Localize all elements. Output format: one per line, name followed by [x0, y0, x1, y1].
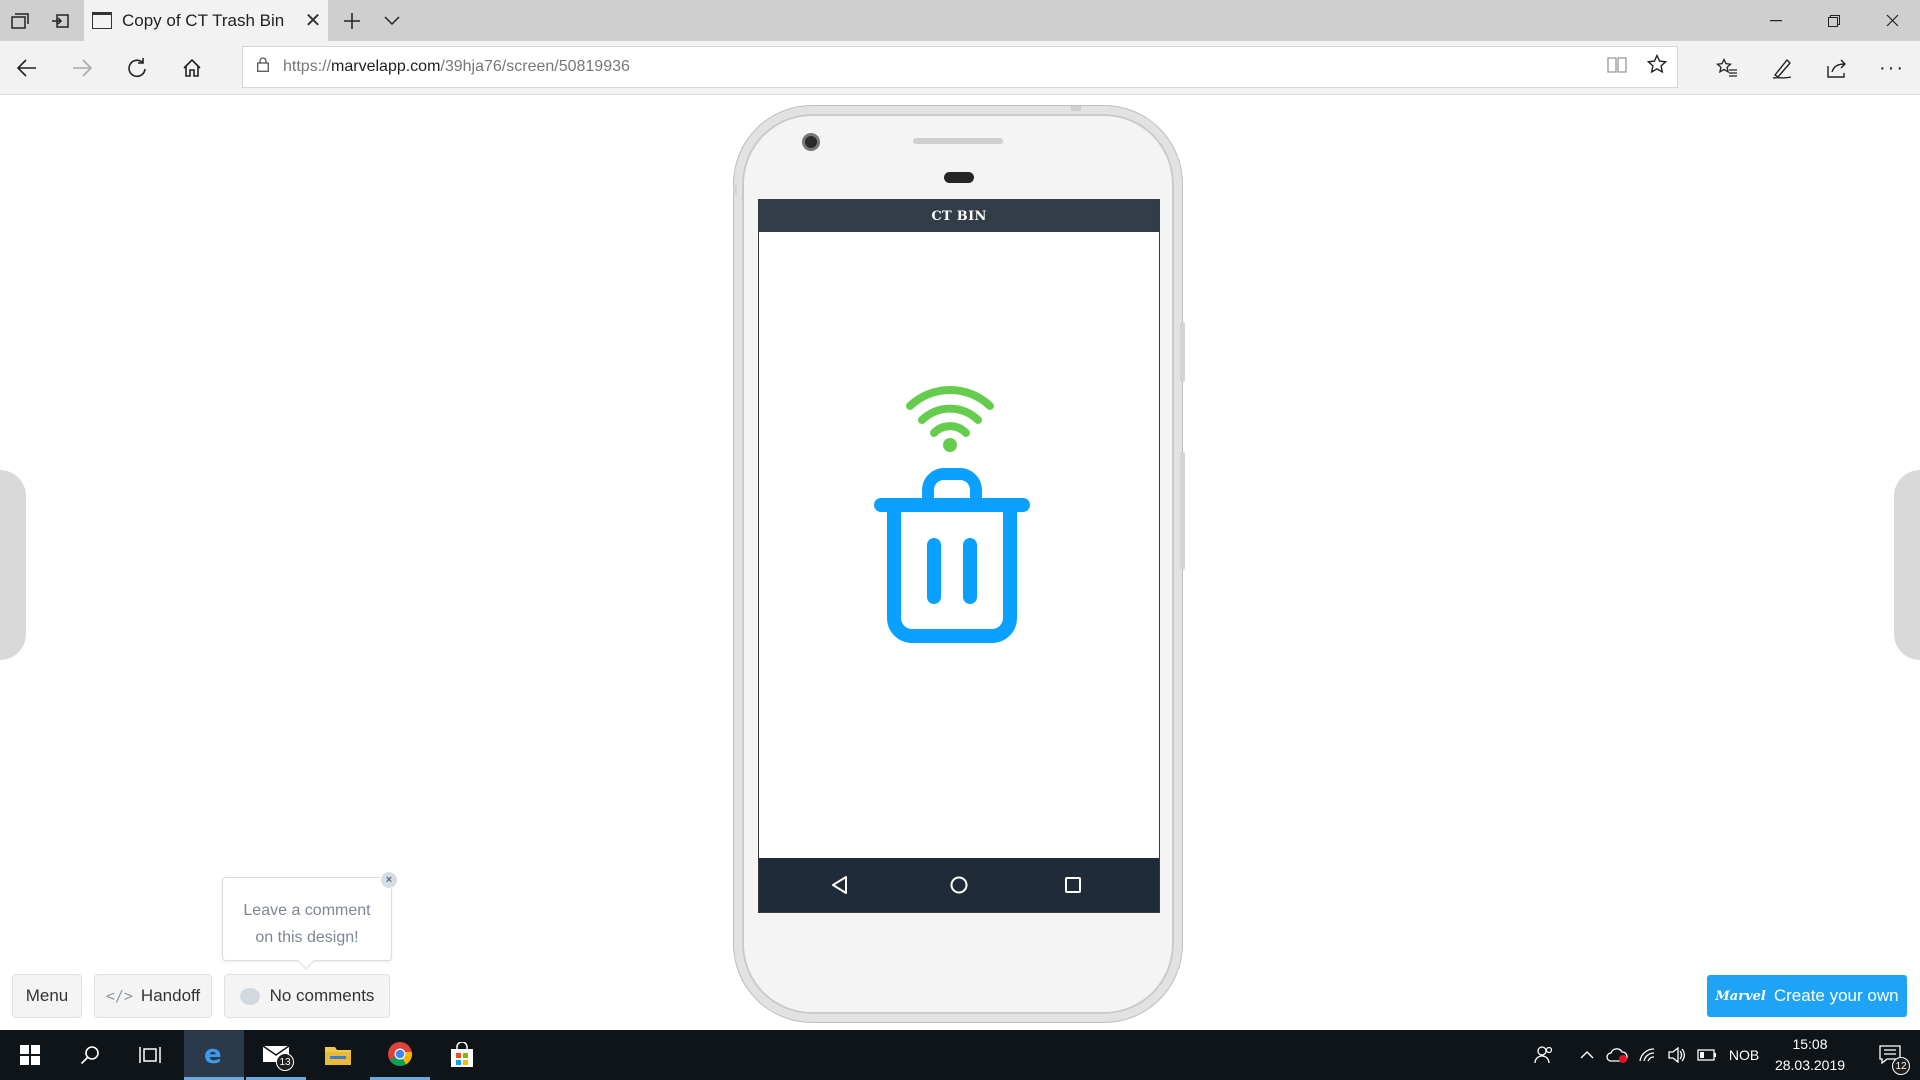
tab-preview-chevron-icon[interactable] — [372, 0, 412, 41]
mail-badge: 13 — [276, 1053, 294, 1071]
close-window-icon[interactable] — [1864, 0, 1920, 41]
url-text[interactable]: https://marvelapp.com/39hja76/screen/508… — [283, 58, 1597, 76]
chrome-icon[interactable] — [370, 1030, 430, 1080]
next-screen-arrow[interactable] — [1894, 470, 1920, 660]
new-tab-icon[interactable] — [332, 0, 372, 41]
create-your-own-button[interactable]: Marvel Create your own — [1707, 975, 1907, 1017]
handoff-label: Handoff — [140, 986, 201, 1005]
handoff-button[interactable]: </> Handoff — [94, 974, 212, 1018]
set-aside-tabs-icon[interactable] — [40, 0, 80, 41]
url-protocol: https:// — [283, 58, 332, 75]
address-bar[interactable]: https://marvelapp.com/39hja76/screen/508… — [242, 46, 1678, 88]
wifi-icon — [904, 384, 996, 459]
clock-date: 28.03.2019 — [1774, 1057, 1846, 1073]
battery-icon[interactable] — [1692, 1030, 1722, 1080]
edge-icon[interactable]: e — [184, 1030, 244, 1080]
phone-side-mark — [733, 185, 737, 195]
close-tooltip-icon[interactable]: × — [380, 871, 398, 889]
browser-tab-strip: Copy of CT Trash Bin ✕ — [0, 0, 1920, 41]
tooltip-line-2: on this design! — [255, 929, 359, 946]
android-navigation-bar — [759, 858, 1159, 912]
phone-power-button — [1180, 322, 1185, 382]
reading-view-icon[interactable] — [1597, 56, 1637, 79]
trash-icon[interactable] — [872, 468, 1032, 649]
browser-tab-active[interactable]: Copy of CT Trash Bin ✕ — [84, 0, 328, 41]
mail-icon[interactable]: 13 — [246, 1030, 306, 1080]
phone-camera — [802, 133, 820, 151]
phone-speaker — [913, 138, 1003, 144]
network-wifi-icon[interactable] — [1632, 1030, 1662, 1080]
restore-window-icon[interactable] — [1806, 0, 1862, 41]
lock-icon[interactable] — [243, 57, 283, 77]
android-back-icon[interactable] — [809, 858, 869, 912]
action-center-icon[interactable]: 12 — [1860, 1030, 1920, 1080]
share-icon[interactable] — [1812, 41, 1862, 95]
previous-screen-arrow[interactable] — [0, 470, 26, 660]
volume-icon[interactable] — [1662, 1030, 1692, 1080]
task-view-icon[interactable] — [120, 1030, 180, 1080]
back-icon[interactable] — [2, 41, 52, 95]
menu-label: Menu — [25, 986, 69, 1005]
phone-top-notch — [1071, 106, 1081, 111]
comments-label: No comments — [269, 986, 375, 1005]
url-host: marvelapp.com — [331, 58, 441, 75]
code-icon: </> — [105, 987, 133, 1005]
android-home-icon[interactable] — [929, 858, 989, 912]
favorites-icon[interactable] — [1702, 41, 1752, 95]
taskbar-clock[interactable]: 15:08 28.03.2019 — [1760, 1034, 1860, 1076]
home-icon[interactable] — [167, 41, 217, 95]
more-icon[interactable]: ··· — [1867, 41, 1917, 95]
clock-time: 15:08 — [1792, 1036, 1828, 1052]
create-label: Create your own — [1773, 986, 1899, 1005]
cloud-sync-icon[interactable] — [1602, 1030, 1632, 1080]
phone-volume-button — [1180, 452, 1185, 570]
favorite-star-icon[interactable] — [1637, 53, 1677, 80]
menu-button[interactable]: Menu — [12, 974, 82, 1018]
notifications-badge: 12 — [1892, 1057, 1910, 1075]
comment-tooltip: Leave a comment on this design! — [222, 877, 392, 961]
people-icon[interactable] — [1528, 1030, 1560, 1080]
refresh-icon[interactable] — [112, 41, 162, 95]
tooltip-line-1: Leave a comment — [243, 902, 371, 919]
comment-bubble-icon — [239, 987, 260, 1005]
comments-button[interactable]: No comments — [224, 974, 390, 1018]
page-icon — [92, 12, 112, 29]
store-icon[interactable] — [432, 1030, 492, 1080]
close-tab-icon[interactable]: ✕ — [298, 8, 328, 33]
search-icon[interactable] — [60, 1030, 120, 1080]
app-header: CT BIN — [759, 200, 1159, 232]
phone-sensor — [944, 172, 974, 183]
tab-title: Copy of CT Trash Bin — [122, 10, 285, 30]
url-path: /39hja76/screen/50819936 — [440, 58, 630, 75]
app-header-title: CT BIN — [931, 208, 987, 224]
windows-start-icon[interactable] — [0, 1030, 60, 1080]
android-recents-icon[interactable] — [1043, 858, 1103, 912]
pen-icon[interactable] — [1757, 41, 1807, 95]
show-hidden-icons-chevron[interactable] — [1572, 1030, 1602, 1080]
svg-text:e: e — [204, 1041, 222, 1067]
language-indicator[interactable]: NOB — [1724, 1030, 1764, 1080]
browser-toolbar: https://marvelapp.com/39hja76/screen/508… — [0, 41, 1920, 95]
tab-actions-icon[interactable] — [0, 0, 40, 41]
windows-taskbar: e 13 NOB 15:08 28.03.2019 12 — [0, 1030, 1920, 1080]
minimize-window-icon[interactable] — [1748, 0, 1804, 41]
forward-icon[interactable] — [57, 41, 107, 95]
marvel-logo: Marvel — [1715, 988, 1766, 1004]
file-explorer-icon[interactable] — [308, 1030, 368, 1080]
